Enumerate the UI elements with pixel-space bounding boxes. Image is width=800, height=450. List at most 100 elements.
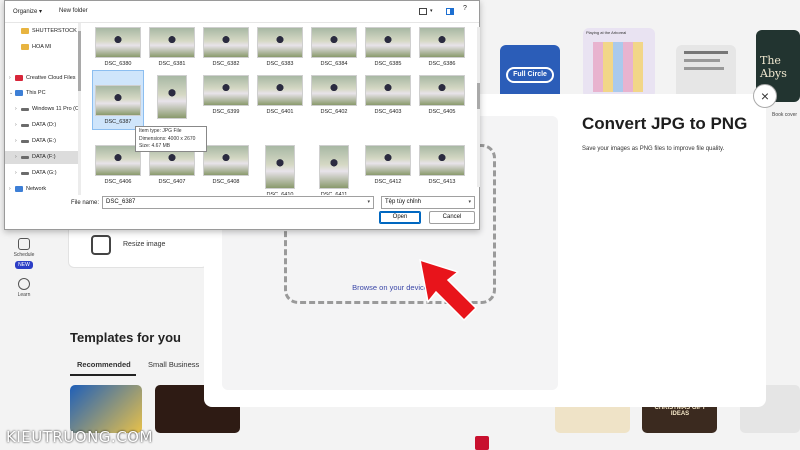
tab-underline [70,374,136,376]
photo-thumbnail [365,27,411,58]
file-thumbnail[interactable]: DSC_6387 [92,70,144,130]
cancel-button[interactable]: Cancel [429,211,475,224]
drive-icon [21,140,29,143]
nav-item-label: SHUTTERSTOCK [32,28,77,34]
file-name: DSC_6387 [104,119,132,125]
bg-card-playing: Playing at the Arboreal [583,28,655,98]
file-name: DSC_6413 [428,179,456,185]
file-thumbnail[interactable]: DSC_6413 [417,145,467,185]
adobe-logo-icon [475,436,489,450]
chevron-icon[interactable]: › [15,138,17,144]
file-name: DSC_6385 [374,61,402,67]
file-name: DSC_6383 [266,61,294,67]
nav-item[interactable]: › DATA (F:) [5,151,78,164]
nav-item-label: HOA MI [32,44,52,50]
navigation-pane: SHUTTERSTOCK HOA MI › Creative Cloud Files ⌄… [5,23,79,195]
tab-small-business: Small Business [148,360,200,369]
photo-thumbnail [95,27,141,58]
file-thumbnail[interactable]: DSC_6383 [255,27,305,67]
file-thumbnail[interactable]: DSC_6401 [255,75,305,115]
file-thumbnail[interactable]: DSC_6410 [255,145,305,195]
cloud-icon [15,75,23,81]
photo-thumbnail [419,27,465,58]
file-thumbnail[interactable]: DSC_6381 [147,27,197,67]
file-thumbnail[interactable]: DSC_6399 [201,75,251,115]
nav-item[interactable]: › Network [5,183,78,195]
chevron-icon[interactable]: › [15,154,17,160]
file-thumbnail[interactable]: DSC_6386 [417,27,467,67]
file-thumbnail[interactable]: DSC_6402 [309,75,359,115]
file-name: DSC_6403 [374,109,402,115]
nav-item-label: Creative Cloud Files [26,75,76,81]
photo-thumbnail [157,75,187,119]
close-icon[interactable]: × [753,84,777,108]
file-thumbnail[interactable]: DSC_6405 [417,75,467,115]
chevron-icon[interactable]: › [15,106,17,112]
file-thumbnail[interactable]: DSC_6384 [309,27,359,67]
chevron-icon[interactable]: › [9,186,11,192]
file-name: DSC_6407 [158,179,186,185]
file-name: DSC_6381 [158,61,186,67]
view-dropdown-icon[interactable]: ▾ [430,8,433,14]
filename-input[interactable]: DSC_6387 ▾ [102,196,374,209]
drive-icon [21,108,29,111]
watermark: KIEUTRUONG.COM [6,428,153,446]
pc-icon [15,90,23,96]
resize-icon [91,235,111,255]
nav-item[interactable]: › Windows 11 Pro (C:) [5,103,79,116]
photo-thumbnail [203,27,249,58]
open-button[interactable]: Open [379,211,421,224]
photo-thumbnail [149,27,195,58]
files-scrollbar-thumb[interactable] [477,83,480,109]
nav-schedule: Schedule NEW [6,238,42,269]
preview-pane-icon[interactable] [446,8,454,15]
bg-left-nav: Schedule NEW Learn [0,230,48,330]
file-name: DSC_6380 [104,61,132,67]
file-thumbnail[interactable]: DSC_6411 [309,145,359,195]
help-icon[interactable]: ? [463,5,467,12]
chevron-icon[interactable]: › [15,170,17,176]
nav-scrollbar-thumb[interactable] [78,31,81,91]
nav-item[interactable]: › DATA (G:) [5,167,78,180]
dialog-toolbar: Organize ▾ New folder ▾ ? [5,1,479,23]
network-icon [15,186,23,192]
nav-learn: Learn [6,278,42,298]
file-name: DSC_6382 [212,61,240,67]
nav-item[interactable]: ⌄ This PC [5,87,78,100]
photo-thumbnail [419,145,465,176]
file-thumbnail[interactable] [147,75,197,119]
chevron-down-icon[interactable]: ▾ [367,199,370,205]
file-thumbnail[interactable]: DSC_6408 [201,145,251,185]
file-thumbnail[interactable]: DSC_6385 [363,27,413,67]
tab-recommended: Recommended [77,360,131,369]
calendar-icon [18,238,30,250]
new-folder-button[interactable]: New folder [59,8,88,14]
file-thumbnail[interactable]: DSC_6412 [363,145,413,185]
filetype-select[interactable]: Tệp tùy chỉnh ▾ [381,196,475,209]
chevron-icon[interactable]: ⌄ [9,90,13,96]
chevron-down-icon[interactable]: ▾ [468,199,471,205]
view-icon[interactable] [419,8,427,15]
nav-item-label: DATA (F:) [32,154,56,160]
file-name: DSC_6412 [374,179,402,185]
file-name: DSC_6401 [266,109,294,115]
file-name: DSC_6406 [104,179,132,185]
nav-item[interactable]: HOA MI [5,41,78,54]
nav-item[interactable]: › Creative Cloud Files [5,72,78,85]
file-thumbnail[interactable]: DSC_6382 [201,27,251,67]
file-name: DSC_6402 [320,109,348,115]
chevron-icon[interactable]: › [15,122,17,128]
nav-item[interactable]: › DATA (D:) [5,119,78,132]
nav-item[interactable]: SHUTTERSTOCK [5,25,78,38]
nav-item-label: Windows 11 Pro (C:) [32,106,79,112]
drive-icon [21,156,29,159]
nav-item[interactable]: › DATA (E:) [5,135,78,148]
file-name: DSC_6386 [428,61,456,67]
file-thumbnail[interactable]: DSC_6403 [363,75,413,115]
file-grid: DSC_6380 DSC_6381 DSC_6382 DSC_6383 DSC_6384… [85,25,475,195]
file-open-dialog: Organize ▾ New folder ▾ ? SHUTTERSTOCK HO… [4,0,480,230]
chevron-icon[interactable]: › [9,75,11,81]
file-thumbnail[interactable]: DSC_6380 [93,27,143,67]
file-name: DSC_6384 [320,61,348,67]
organize-menu[interactable]: Organize ▾ [13,8,42,15]
